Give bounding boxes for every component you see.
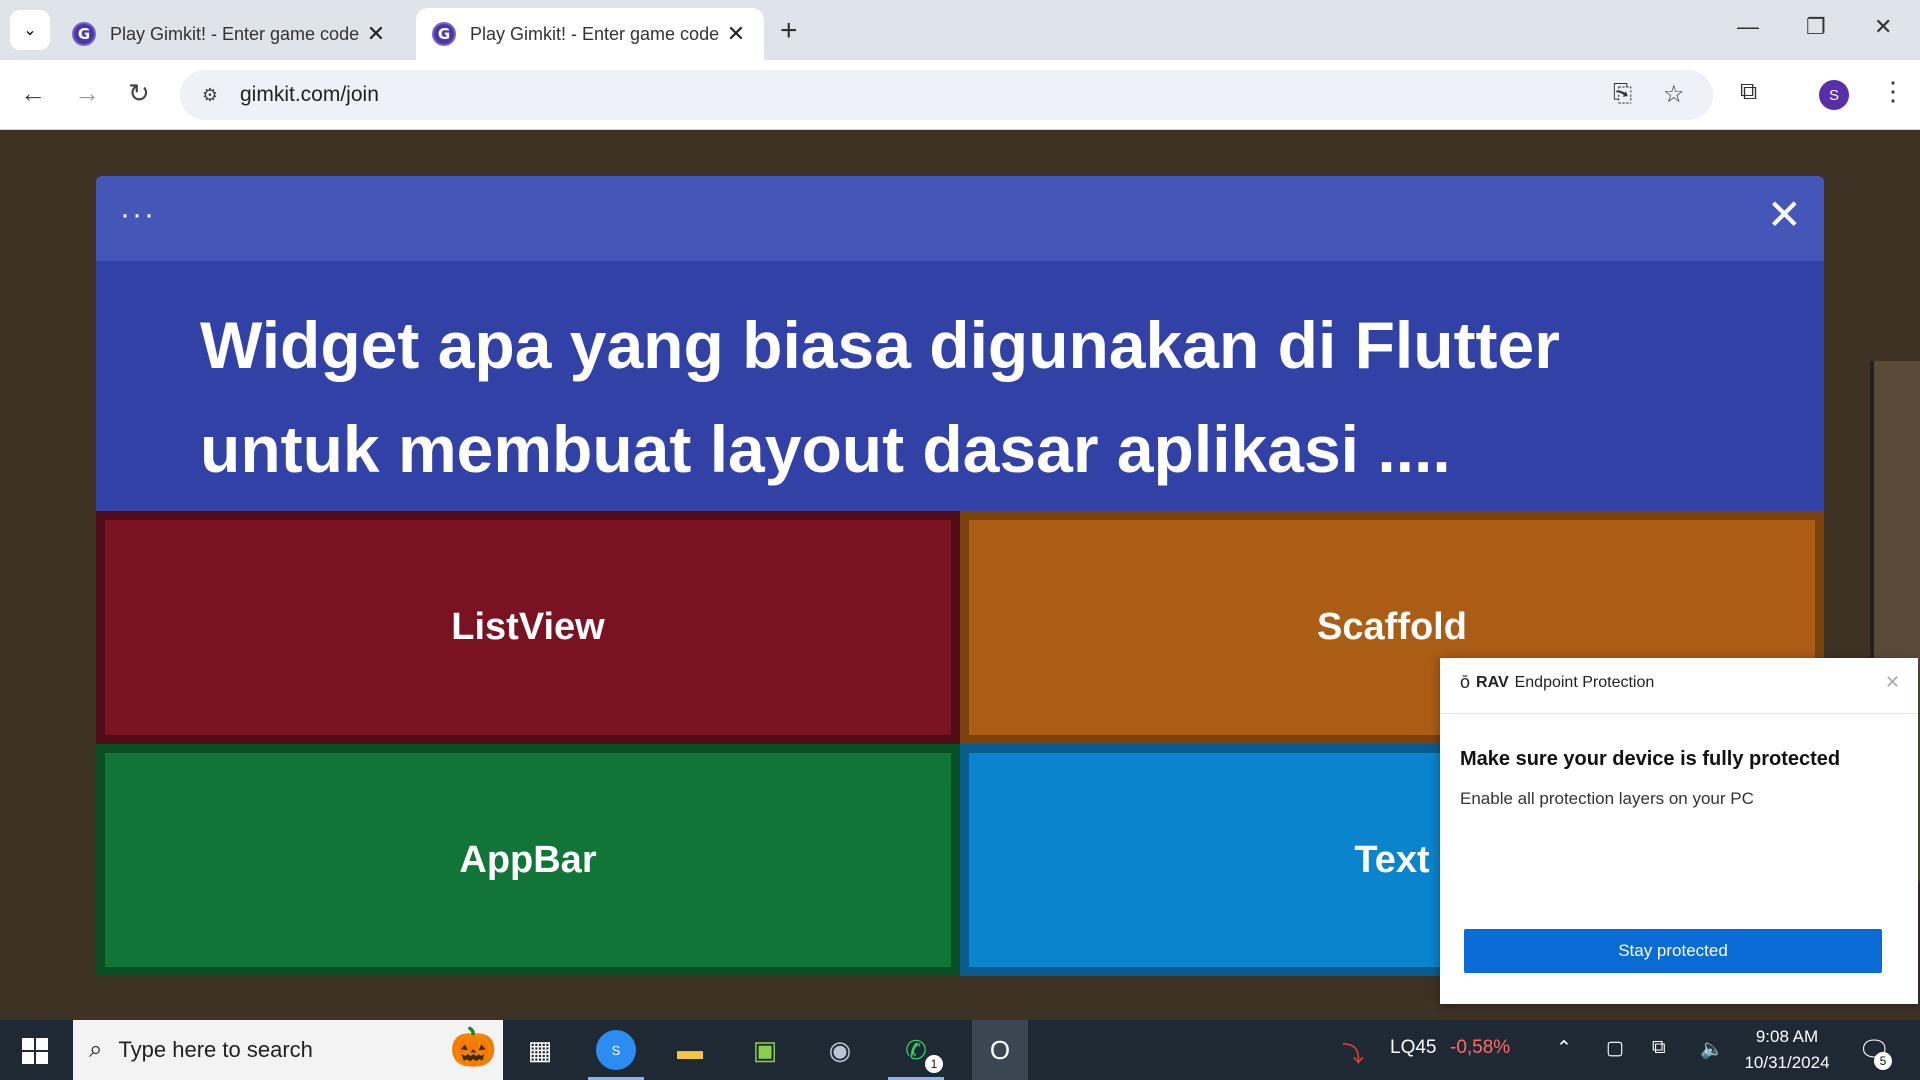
new-tab-plus-icon[interactable]: +	[780, 14, 798, 48]
tab-title: Play Gimkit! - Enter game code	[110, 23, 360, 44]
stock-change: -0,58%	[1450, 1037, 1511, 1058]
popup-close-icon[interactable]: ✕	[1885, 672, 1900, 693]
chrome-icon[interactable]: S	[596, 1030, 636, 1070]
windows-taskbar: ⌕ Type here to search 🎃 ▦ S ▬ ▣ ◉ ✆ 1 O …	[0, 1020, 1920, 1080]
brand-bold: RAV	[1476, 673, 1509, 691]
browser-toolbar: ← → ↻ ⚙ gimkit.com/join ⎘ ☆ ⧉ S ⋮	[0, 60, 1920, 130]
whatsapp-badge: 1	[925, 1055, 943, 1073]
halloween-pumpkin-icon: 🎃	[449, 1027, 497, 1069]
rav-brand: ō RAV Endpoint Protection	[1460, 672, 1654, 693]
microsoft-store-icon[interactable]: ▣	[745, 1030, 785, 1070]
reload-icon[interactable]: ↻	[128, 78, 150, 109]
date-text: 10/31/2024	[1744, 1053, 1830, 1072]
system-clock[interactable]: 9:08 AM 10/31/2024	[1735, 1024, 1839, 1076]
opera-icon[interactable]: O	[972, 1020, 1028, 1080]
gimkit-favicon-icon: G	[432, 22, 456, 46]
tab-title: Play Gimkit! - Enter game code	[470, 23, 720, 44]
file-explorer-icon[interactable]: ▬	[670, 1030, 710, 1070]
more-options-icon[interactable]: ···	[120, 198, 156, 232]
close-tab-icon[interactable]: ✕	[364, 21, 388, 47]
modal-header: ··· ✕	[96, 176, 1824, 261]
chevron-down-icon: ⌄	[23, 22, 37, 39]
tray-chevron-icon[interactable]: ⌃	[1556, 1037, 1572, 1060]
menu-kebab-icon[interactable]: ⋮	[1880, 76, 1906, 107]
meet-now-icon[interactable]: ▢	[1606, 1037, 1624, 1060]
display-icon[interactable]: ⧉	[1652, 1037, 1666, 1059]
stock-symbol[interactable]: LQ45	[1390, 1037, 1436, 1059]
tab-gimkit-1[interactable]: G Play Gimkit! - Enter game code ✕	[56, 8, 404, 60]
divider	[1440, 713, 1918, 714]
rav-logo-icon: ō	[1460, 672, 1471, 692]
back-arrow-icon[interactable]: ←	[20, 78, 46, 109]
translate-icon[interactable]: ⎘	[1613, 80, 1632, 108]
tab-search-button[interactable]: ⌄	[10, 10, 50, 50]
chrome-profile-badge: S	[611, 1042, 621, 1058]
stay-protected-button[interactable]: Stay protected	[1464, 929, 1882, 973]
task-view-icon[interactable]: ▦	[520, 1030, 560, 1070]
window-close-icon[interactable]: ✕	[1874, 14, 1892, 40]
profile-avatar[interactable]: S	[1819, 80, 1849, 110]
search-placeholder: Type here to search	[118, 1037, 313, 1062]
bookmark-star-icon[interactable]: ☆	[1663, 80, 1685, 109]
question-text: Widget apa yang biasa digunakan di Flutt…	[96, 261, 1824, 511]
search-icon: ⌕	[89, 1036, 103, 1063]
answer-option-1[interactable]: ListView	[96, 511, 960, 744]
answer-option-3[interactable]: AppBar	[96, 744, 960, 976]
brand-rest: Endpoint Protection	[1514, 673, 1655, 691]
close-icon[interactable]: ✕	[1767, 190, 1802, 239]
time-text: 9:08 AM	[1755, 1027, 1819, 1046]
popup-heading: Make sure your device is fully protected	[1460, 748, 1841, 770]
minimize-icon[interactable]: —	[1737, 14, 1759, 40]
restore-icon[interactable]: ❐	[1806, 14, 1826, 40]
close-tab-icon[interactable]: ✕	[724, 21, 748, 47]
forward-arrow-icon[interactable]: →	[74, 78, 100, 109]
taskbar-search-box[interactable]: ⌕ Type here to search 🎃	[73, 1020, 503, 1080]
camera-icon[interactable]: ◉	[820, 1030, 860, 1070]
address-bar[interactable]: ⚙ gimkit.com/join ⎘ ☆	[180, 70, 1713, 120]
notification-count-badge: 5	[1874, 1052, 1892, 1070]
site-info-icon[interactable]: ⚙	[196, 85, 224, 106]
rav-protection-popup: ō RAV Endpoint Protection ✕ Make sure yo…	[1440, 658, 1918, 1004]
url-text[interactable]: gimkit.com/join	[240, 83, 379, 107]
volume-icon[interactable]: 🔈	[1700, 1037, 1724, 1061]
extensions-puzzle-icon[interactable]: ⧉	[1740, 78, 1757, 106]
windows-start-icon[interactable]	[22, 1038, 48, 1064]
browser-tab-bar: ⌄ G Play Gimkit! - Enter game code ✕ G P…	[0, 0, 1920, 60]
stock-chart-icon: ⤵	[1342, 1042, 1365, 1067]
gimkit-favicon-icon: G	[72, 22, 96, 46]
tab-gimkit-2[interactable]: G Play Gimkit! - Enter game code ✕	[416, 8, 764, 60]
popup-subtext: Enable all protection layers on your PC	[1460, 789, 1754, 808]
